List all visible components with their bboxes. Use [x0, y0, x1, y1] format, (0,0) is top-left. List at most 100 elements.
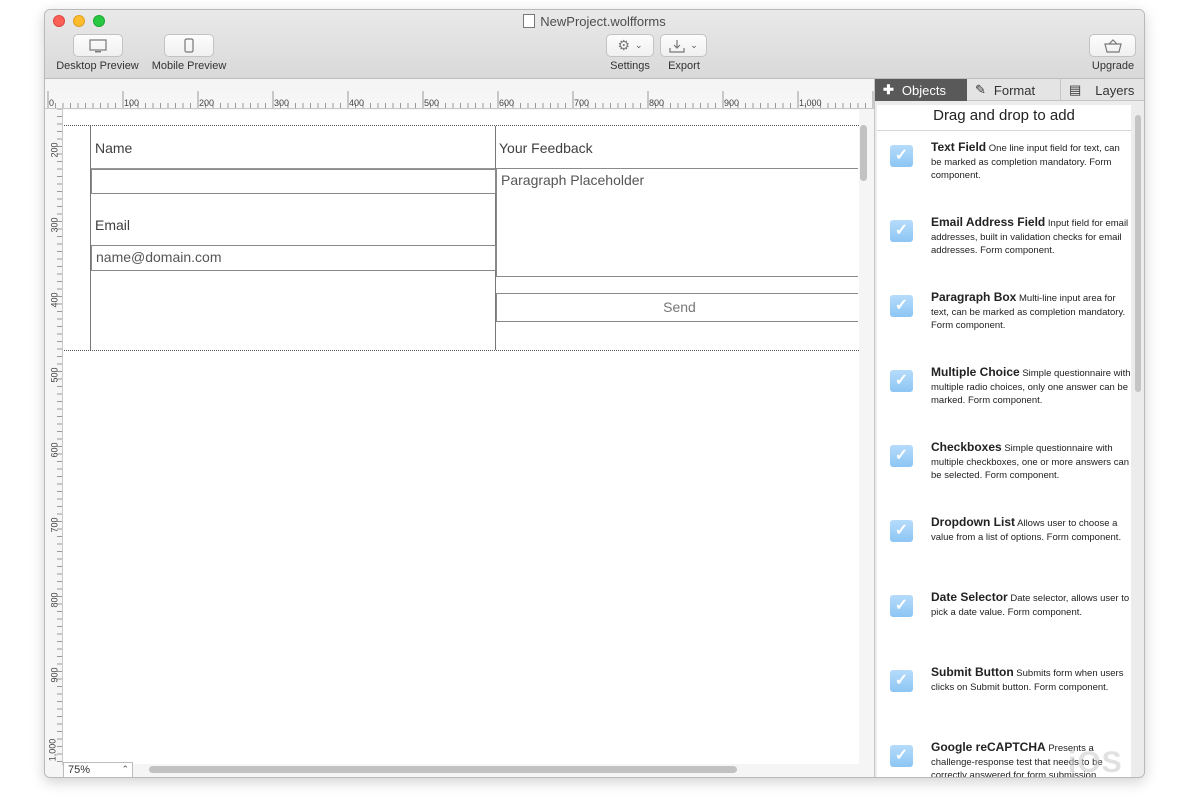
object-item-text: Multiple Choice Simple questionnaire wit…	[931, 365, 1131, 408]
email-label: Email	[95, 217, 131, 233]
ruler-label: 300	[274, 98, 290, 108]
watermark: iOS	[1068, 746, 1123, 779]
name-field[interactable]	[91, 169, 496, 194]
ruler-label: 500	[49, 367, 60, 383]
object-item-text-field[interactable]: ✓ Text Field One line input field for te…	[877, 131, 1131, 206]
tab-objects-label: Objects	[901, 82, 946, 98]
zoom-select[interactable]: 75% ⌃⌄	[63, 762, 133, 777]
object-item-dropdown-list[interactable]: ✓ Dropdown List Allows user to choose a …	[877, 506, 1131, 581]
ruler-label: 800	[49, 592, 60, 608]
checkbox-icon: ✓	[890, 295, 913, 317]
tab-format-label: Format	[993, 82, 1036, 98]
export-label: Export	[668, 60, 700, 72]
settings-button[interactable]: ⚙ ⌄	[606, 34, 654, 57]
ruler-label: 600	[49, 442, 60, 458]
upgrade-label: Upgrade	[1091, 60, 1135, 72]
object-item-text: Submit Button Submits form when users cl…	[931, 665, 1131, 694]
object-item-text: Dropdown List Allows user to choose a va…	[931, 515, 1131, 544]
object-item-date-selector[interactable]: ✓ Date Selector Date selector, allows us…	[877, 581, 1131, 656]
object-item-title: Multiple Choice	[931, 365, 1020, 379]
export-icon	[669, 39, 685, 53]
tab-layers-label: Layers	[1095, 82, 1135, 98]
horizontal-ruler: 0 100 200 300 400 500 600 700 800 900 1,…	[45, 91, 874, 109]
send-button[interactable]: Send	[496, 293, 858, 322]
object-item-text: Email Address Field Input field for emai…	[931, 215, 1131, 258]
object-item-multiple-choice[interactable]: ✓ Multiple Choice Simple questionnaire w…	[877, 356, 1131, 431]
email-field[interactable]: name@domain.com	[91, 245, 496, 271]
object-item-title: Paragraph Box	[931, 290, 1017, 304]
horizontal-scrollbar[interactable]	[149, 766, 737, 773]
tab-objects[interactable]: ✚ Objects	[875, 79, 967, 101]
panel-header: Drag and drop to add	[877, 105, 1131, 131]
ruler-label: 700	[574, 98, 590, 108]
ruler-label: 500	[424, 98, 440, 108]
checkbox-icon: ✓	[890, 370, 913, 392]
tab-format[interactable]: ✎ Format	[967, 79, 1061, 101]
stepper-icon: ⌃⌄	[121, 764, 129, 774]
mobile-preview-button[interactable]	[164, 34, 214, 57]
object-item-text: Paragraph Box Multi-line input area for …	[931, 290, 1131, 333]
object-item-title: Submit Button	[931, 665, 1014, 679]
ruler-label: 100	[124, 98, 140, 108]
ruler-label: 0	[49, 98, 55, 108]
mobile-icon	[184, 38, 194, 53]
object-item-title: Date Selector	[931, 590, 1008, 604]
object-item-email-field[interactable]: ✓ Email Address Field Input field for em…	[877, 206, 1131, 281]
ruler-label: 400	[49, 292, 60, 308]
checkbox-icon: ✓	[890, 520, 913, 542]
checkbox-icon: ✓	[890, 745, 913, 767]
checkbox-icon: ✓	[890, 445, 913, 467]
window-title: NewProject.wolfforms	[45, 14, 1144, 29]
checkbox-icon: ✓	[890, 145, 913, 167]
ruler-label: 1,000	[799, 98, 822, 108]
object-item-title: Text Field	[931, 140, 987, 154]
checkbox-icon: ✓	[890, 220, 913, 242]
object-item-title: Email Address Field	[931, 215, 1046, 229]
tab-layers[interactable]: ▤ Layers	[1061, 79, 1144, 101]
ruler-label: 700	[49, 517, 60, 533]
ruler-label: 800	[649, 98, 665, 108]
chevron-down-icon: ⌄	[635, 40, 643, 50]
checkbox-icon: ✓	[890, 670, 913, 692]
feedback-paragraph-box[interactable]: Paragraph Placeholder	[496, 168, 858, 277]
document-icon	[523, 14, 536, 28]
desktop-preview-button[interactable]	[73, 34, 123, 57]
object-item-paragraph-box[interactable]: ✓ Paragraph Box Multi-line input area fo…	[877, 281, 1131, 356]
desktop-preview-label: Desktop Preview	[56, 60, 139, 72]
name-label: Name	[95, 140, 133, 156]
object-item-text: Text Field One line input field for text…	[931, 140, 1131, 183]
panel-scrollbar[interactable]	[1135, 115, 1141, 392]
layers-icon: ▤	[1069, 82, 1082, 97]
objects-list: ✓ Text Field One line input field for te…	[877, 131, 1131, 777]
objects-panel: ✚ Objects ✎ Format ▤ Layers Drag and drop t…	[874, 79, 1144, 777]
window-title-text: NewProject.wolfforms	[540, 14, 666, 29]
ruler-label: 200	[49, 142, 60, 158]
vertical-scrollbar[interactable]	[860, 125, 867, 181]
canvas-area: 0 100 200 300 400 500 600 700 800 900 1,…	[45, 79, 874, 777]
app-window: NewProject.wolfforms Desktop Preview Mob…	[44, 9, 1145, 778]
pencil-icon: ✎	[975, 82, 986, 97]
upgrade-button[interactable]	[1089, 34, 1136, 57]
form-column-left[interactable]: Name Email name@domain.com	[90, 126, 496, 350]
object-item-submit-button[interactable]: ✓ Submit Button Submits form when users …	[877, 656, 1131, 731]
panel-tabs: ✚ Objects ✎ Format ▤ Layers	[875, 79, 1144, 101]
ruler-label: 1,000	[47, 738, 58, 762]
ruler-label: 200	[199, 98, 215, 108]
zoom-value: 75%	[68, 764, 91, 776]
ruler-label: 300	[49, 217, 60, 233]
object-item-text: Checkboxes Simple questionnaire with mul…	[931, 440, 1131, 483]
ruler-label: 900	[49, 667, 60, 683]
toolbar: NewProject.wolfforms Desktop Preview Mob…	[45, 10, 1144, 79]
mobile-preview-label: Mobile Preview	[151, 60, 227, 72]
object-item-checkboxes[interactable]: ✓ Checkboxes Simple questionnaire with m…	[877, 431, 1131, 506]
feedback-label: Your Feedback	[499, 140, 593, 156]
form-container[interactable]: Name Email name@domain.com Your Feedback…	[64, 125, 859, 351]
object-item-text: Date Selector Date selector, allows user…	[931, 590, 1131, 619]
chevron-down-icon: ⌄	[690, 40, 698, 50]
gear-icon: ⚙	[617, 37, 630, 53]
export-button[interactable]: ⌄	[660, 34, 707, 57]
ruler-ticks-top	[47, 91, 874, 108]
object-item-title: Checkboxes	[931, 440, 1002, 454]
form-column-right[interactable]: Your Feedback Paragraph Placeholder Send	[496, 126, 858, 350]
checkbox-icon: ✓	[890, 595, 913, 617]
